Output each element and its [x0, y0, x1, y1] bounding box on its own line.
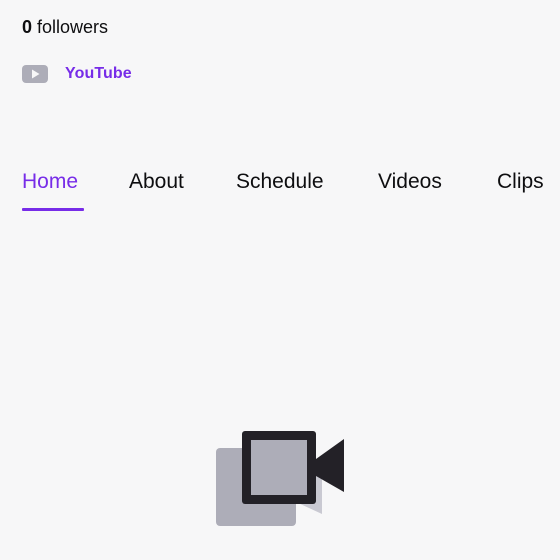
tab-schedule[interactable]: Schedule [236, 168, 324, 196]
tab-home[interactable]: Home [22, 168, 78, 196]
tab-videos[interactable]: Videos [378, 168, 442, 196]
youtube-link-label: YouTube [65, 65, 132, 82]
followers-label: followers [32, 17, 109, 37]
tab-clips[interactable]: Clips [497, 168, 544, 196]
followers-count: 0 followers [22, 16, 108, 38]
channel-page: 0 followers YouTube Home About Schedule … [0, 0, 560, 560]
tab-about[interactable]: About [129, 168, 184, 196]
video-camera-icon [216, 431, 344, 526]
active-tab-indicator [22, 208, 84, 211]
youtube-icon [22, 65, 48, 83]
followers-number: 0 [22, 17, 33, 37]
youtube-social-link[interactable]: YouTube [22, 62, 132, 86]
channel-tabs: Home About Schedule Videos Clips [0, 160, 560, 216]
